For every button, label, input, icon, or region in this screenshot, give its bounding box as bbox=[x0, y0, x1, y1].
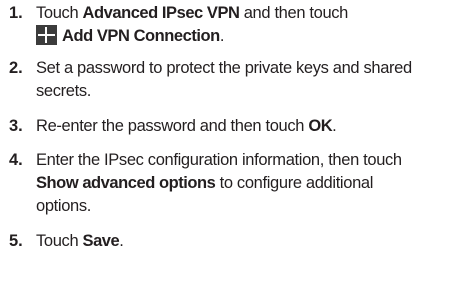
save-label: Save bbox=[82, 232, 120, 250]
show-advanced-options-label: Show advanced options bbox=[36, 174, 216, 192]
step-text: Touch Save. bbox=[36, 232, 124, 250]
step-text: Set a password to protect the private ke… bbox=[36, 59, 412, 100]
step-number: 2. bbox=[9, 59, 23, 77]
add-vpn-connection-label: Add VPN Connection bbox=[62, 27, 220, 45]
step-number: 4. bbox=[9, 151, 23, 169]
step-number: 5. bbox=[9, 232, 23, 250]
step-text: Touch Advanced IPsec VPN and then touch … bbox=[36, 4, 349, 45]
ok-label: OK bbox=[308, 117, 333, 135]
advanced-ipsec-vpn-label: Advanced IPsec VPN bbox=[82, 4, 240, 22]
step-number: 3. bbox=[9, 117, 23, 135]
step-number: 1. bbox=[9, 4, 23, 22]
step-text: Enter the IPsec configuration informatio… bbox=[36, 151, 402, 215]
plus-icon bbox=[36, 25, 57, 45]
step-text: Re-enter the password and then touch OK. bbox=[36, 117, 337, 135]
